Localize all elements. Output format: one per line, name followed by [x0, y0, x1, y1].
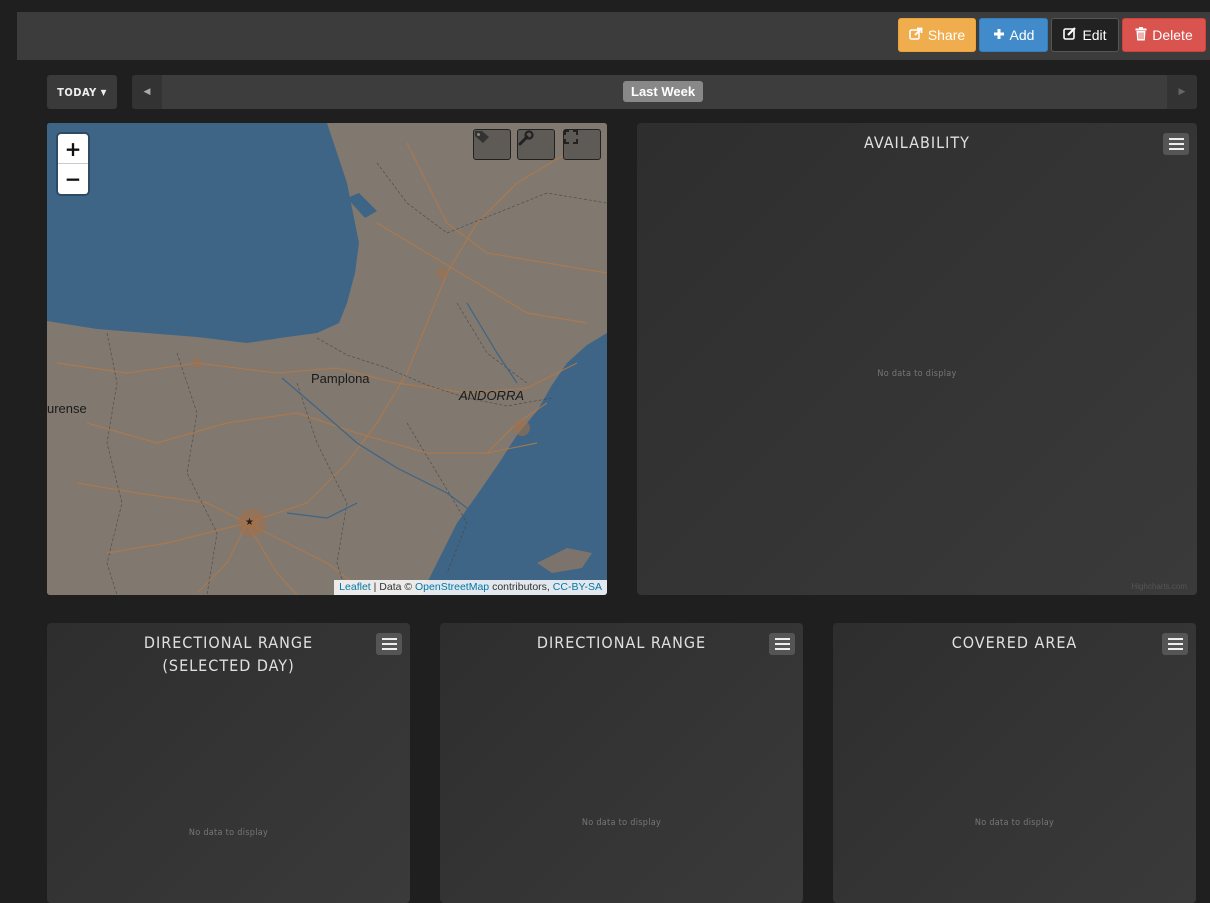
map-tiles [47, 123, 607, 595]
share-icon [909, 27, 923, 43]
share-label: Share [927, 27, 966, 43]
map-attribution: Leaflet | Data © OpenStreetMap contribut… [334, 580, 607, 595]
covered-area-title: COVERED AREA [951, 633, 1078, 652]
edit-button[interactable]: Edit [1051, 18, 1119, 52]
directional-range-panel: DIRECTIONAL RANGE No data to display [440, 623, 803, 903]
directional-no-data: No data to display [581, 818, 662, 828]
directional-selected-menu-button[interactable] [376, 633, 402, 655]
covered-area-panel: COVERED AREA No data to display [833, 623, 1196, 903]
directional-title: DIRECTIONAL RANGE [536, 633, 707, 652]
osm-link[interactable]: OpenStreetMap [415, 581, 489, 593]
map-fullscreen-button[interactable] [563, 129, 601, 160]
range-handle-label[interactable]: Last Week [623, 81, 704, 102]
map-settings-button[interactable] [517, 129, 555, 160]
add-button[interactable]: Add [979, 18, 1048, 52]
today-label: TODAY [57, 85, 97, 99]
edit-icon [1063, 27, 1077, 43]
slider-next-button[interactable]: ▶ [1167, 75, 1197, 109]
map-view[interactable]: Pamplona ANDORRA urense ★ + − Leaflet | … [47, 123, 607, 595]
highcharts-credit[interactable]: Highcharts.com [1131, 582, 1187, 591]
slider-prev-button[interactable]: ◀ [132, 75, 162, 109]
leaflet-link[interactable]: Leaflet [339, 581, 371, 593]
directional-menu-button[interactable] [769, 633, 795, 655]
hamburger-icon [1168, 138, 1184, 140]
arrow-left-icon: ◀ [143, 87, 151, 97]
attribution-contributors: contributors, [489, 581, 553, 593]
hamburger-icon [774, 638, 790, 640]
capital-star-icon: ★ [245, 517, 254, 528]
zoom-control: + − [58, 134, 88, 194]
date-range-slider[interactable]: ◀ Last Week ▶ [132, 75, 1197, 109]
attribution-separator: | Data © [370, 581, 416, 593]
hamburger-icon [381, 638, 397, 640]
add-label: Add [1009, 27, 1035, 43]
delete-label: Delete [1152, 27, 1193, 43]
covered-area-no-data: No data to display [974, 818, 1055, 828]
caret-down-icon: ▼ [100, 87, 107, 97]
zoom-out-button[interactable]: − [58, 164, 88, 194]
today-dropdown[interactable]: TODAY ▼ [47, 75, 117, 109]
edit-label: Edit [1082, 27, 1107, 43]
arrow-right-icon: ▶ [1178, 87, 1186, 97]
map-label-ourense: urense [47, 401, 87, 416]
map-label-pamplona: Pamplona [311, 371, 370, 386]
plus-icon [993, 27, 1005, 43]
directional-selected-no-data: No data to display [188, 828, 269, 838]
covered-area-menu-button[interactable] [1162, 633, 1188, 655]
share-button[interactable]: Share [898, 18, 976, 52]
trash-icon [1135, 26, 1147, 44]
license-link[interactable]: CC-BY-SA [553, 581, 602, 593]
map-label-andorra: ANDORRA [459, 388, 525, 403]
delete-button[interactable]: Delete [1122, 18, 1206, 52]
availability-no-data: No data to display [877, 369, 957, 379]
zoom-in-button[interactable]: + [58, 134, 88, 164]
map-tag-button[interactable] [473, 129, 511, 160]
availability-menu-button[interactable] [1163, 133, 1189, 155]
directional-selected-title-line2: (SELECTED DAY) [162, 656, 295, 675]
directional-selected-title: DIRECTIONAL RANGE (SELECTED DAY) [47, 631, 410, 677]
directional-range-selected-day-panel: DIRECTIONAL RANGE (SELECTED DAY) No data… [47, 623, 410, 903]
hamburger-icon [1167, 638, 1183, 640]
directional-selected-title-line1: DIRECTIONAL RANGE [143, 633, 314, 652]
availability-title: AVAILABILITY [864, 133, 970, 152]
availability-panel: AVAILABILITY No data to display Highchar… [637, 123, 1197, 595]
